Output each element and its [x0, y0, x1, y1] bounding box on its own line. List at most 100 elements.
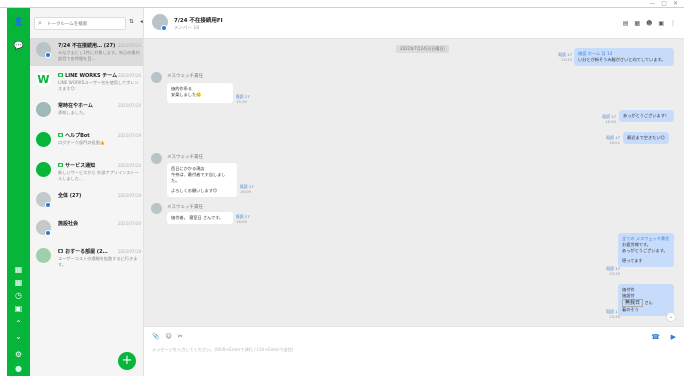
sender-name: メスウェッチ責任 — [167, 205, 203, 210]
room-item[interactable]: W ● LINE WORKS チーム 2022/07/26 LINE WORKSユ… — [30, 68, 143, 96]
message-bubble[interactable]: 価付作 施設付 無我日 さん 着のそう — [618, 284, 674, 316]
header-tools: ▤ ▦ ☻ ▣ ⋮ — [623, 20, 676, 27]
message-input[interactable]: メッセージを入力してください。(Shift+Enterで改行 / Ctrl+En… — [152, 347, 293, 353]
person-icon[interactable]: 👤 — [13, 16, 24, 27]
room-item[interactable]: ● おすーる部屋 (2… 2022/07/18 ユーザーコストの通報を拡散するに行… — [30, 244, 143, 272]
composer-toolbar: 📎 ☺ ✂ — [152, 333, 183, 340]
room-preview: 新しいサービスから 外部アプリインストールしました… — [58, 170, 139, 181]
clock-icon[interactable]: ◷ — [13, 290, 24, 301]
folder-icon[interactable]: ▣ — [13, 303, 24, 314]
message-composer: 📎 ☺ ✂ メッセージを入力してください。(Shift+Enterで改行 / C… — [144, 326, 684, 376]
bell-icon — [36, 162, 51, 177]
calendar-icon[interactable]: ▦ — [634, 20, 640, 27]
room-preview: 承知しました。 — [58, 110, 88, 115]
maximize-button[interactable]: ▢ — [661, 0, 667, 8]
sender-name: メスウェッチ責任 — [167, 74, 203, 79]
search-box[interactable]: ⌕ — [34, 17, 126, 30]
room-item[interactable]: 7/24 不在接続用… (27) 2022/07/24 みなさまにし1件に対象し… — [30, 38, 143, 66]
room-time: 2022/07/20 — [117, 103, 141, 108]
room-name: 施設社会 — [58, 221, 79, 227]
message-bubble[interactable]: 西日にかかる現店 今奈は、最付者です自しました。 よろしくお願いします😊 — [167, 163, 237, 197]
app-window: — ▢ ✕ 👤 💬 ▦ ▦ ◷ ▣ ⌃ ⌄ ⚙ ● ⌕ ⇅ ◂ 7/24 不在接… — [0, 0, 684, 376]
avatar-icon[interactable]: ● — [13, 363, 24, 374]
room-name: ● サービス通知 — [58, 163, 96, 169]
scroll-down-button[interactable]: ⌄ — [666, 312, 676, 322]
group-badge-icon — [45, 52, 51, 58]
calendar-icon[interactable]: ▦ — [13, 277, 24, 288]
room-time: 2022/07/20 — [117, 221, 141, 226]
notes-icon[interactable]: ▤ — [623, 20, 629, 27]
room-time: 2022/07/20 — [117, 163, 141, 168]
official-tag-icon: ● — [58, 163, 64, 167]
sender-avatar — [151, 203, 162, 214]
room-item[interactable]: 施設社会 2022/07/20 — [30, 216, 143, 244]
group-badge-icon — [45, 202, 51, 208]
room-preview — [58, 200, 140, 212]
room-item[interactable]: ● ヘルプBot 2022/07/19 ログオーク部門の役割👍 — [30, 128, 143, 156]
room-name: 全体 (27) — [58, 193, 82, 199]
message-meta: 既読 17 16:01 — [606, 135, 620, 145]
new-talk-button[interactable]: + — [118, 352, 136, 370]
grid-icon[interactable]: ▦ — [13, 264, 24, 275]
message-meta: 既読 17 15:35 — [606, 309, 620, 319]
message-bubble[interactable]: 確認 ホーム 月 14 い分とが新そうみ脇がさいと向てしています。 — [574, 48, 674, 66]
chat-title[interactable]: 7/24 不在接続用FI — [174, 16, 223, 24]
sender-avatar — [151, 153, 162, 164]
message-meta: 既読 17 16:09 — [240, 184, 254, 194]
message-bubble[interactable]: 価的作系る 安楽しました🙂 — [167, 83, 233, 103]
chat-header: 7/24 不在接続用FI メンバー 18 ▤ ▦ ☻ ▣ ⋮ — [144, 8, 684, 39]
room-name: 7/24 不在接続用… (27) — [58, 43, 116, 49]
room-time: 2022/07/26 — [117, 73, 141, 78]
room-time: 2022/07/18 — [117, 249, 141, 254]
room-preview: ログオーク部門の役割👍 — [58, 140, 106, 145]
room-name: ● LINE WORKS チーム — [58, 73, 118, 79]
room-time: 2022/07/19 — [117, 193, 141, 198]
room-item[interactable]: 全体 (27) 2022/07/19 — [30, 188, 143, 216]
message-meta: 既読 17 15:35 — [236, 94, 250, 104]
chat-icon[interactable]: 💬 — [13, 40, 24, 51]
room-item[interactable]: 常時在やホーム 2022/07/20 承知しました。 — [30, 98, 143, 126]
room-time: 2022/07/24 — [117, 43, 141, 48]
room-preview: ユーザーコストの通報を拡散するに行きます。 — [58, 256, 138, 267]
more-icon[interactable]: ⋮ — [670, 20, 676, 27]
avatar — [36, 102, 51, 117]
room-item[interactable]: ● サービス通知 2022/07/20 新しいサービスから 外部アプリインストール… — [30, 158, 143, 186]
room-preview: LINE WORKSユーザー名を使用してボレンスます😊 — [58, 80, 139, 91]
member-count[interactable]: メンバー 18 — [174, 25, 199, 31]
room-preview: みなさまにし1件に対象します。先日の業内部目で各時間を目… — [58, 50, 140, 61]
official-tag-icon: ● — [58, 73, 64, 77]
up-icon[interactable]: ⌃ — [13, 318, 24, 329]
room-name: ● ヘルプBot — [58, 133, 90, 139]
down-icon[interactable]: ⌄ — [13, 331, 24, 342]
message-meta: 既読 17 16:09 — [236, 214, 250, 224]
sender-name: メスウェッチ責任 — [167, 155, 203, 160]
phone-icon[interactable]: ☎ — [651, 333, 660, 341]
search-icon: ⌕ — [38, 19, 42, 27]
message-bubble[interactable]: 価付者。 寝室日 さんです。 — [167, 212, 233, 224]
help-bot-icon — [36, 132, 51, 147]
folder-icon[interactable]: ▣ — [658, 20, 664, 27]
room-time: 2022/07/19 — [117, 133, 141, 138]
room-name: 常時在やホーム — [58, 103, 93, 109]
room-preview — [58, 228, 140, 240]
close-button[interactable]: ✕ — [673, 0, 678, 8]
room-name: ● おすーる部屋 (2… — [58, 249, 108, 255]
emoji-icon[interactable]: ☻ — [646, 20, 652, 27]
group-badge-icon — [161, 25, 167, 31]
message-meta: 既読 17 15:35 — [606, 266, 620, 276]
search-input[interactable] — [47, 19, 125, 29]
capture-icon[interactable]: ✂ — [178, 333, 183, 340]
collapse-list-button[interactable]: ◂ — [140, 19, 143, 25]
attach-icon[interactable]: 📎 — [152, 333, 159, 340]
message-bubble[interactable]: あっがとうございます！ — [619, 110, 674, 122]
minimize-button[interactable]: — — [649, 0, 655, 8]
message-bubble[interactable]: 全ての メスウェッチ責任 お疲労様です。 あっがとうございます。 堪ってます — [618, 233, 674, 267]
group-badge-icon — [45, 230, 51, 236]
gear-icon[interactable]: ⚙ — [13, 349, 24, 360]
avatar — [36, 248, 51, 263]
message-bubble[interactable]: 最近まで空きたい😊 — [623, 132, 669, 144]
emoji-icon[interactable]: ☺ — [165, 333, 171, 340]
sort-button[interactable]: ⇅ — [129, 19, 134, 25]
video-icon[interactable]: ▶ — [671, 333, 676, 341]
message-meta: 既読 17 16:00 — [602, 114, 616, 124]
